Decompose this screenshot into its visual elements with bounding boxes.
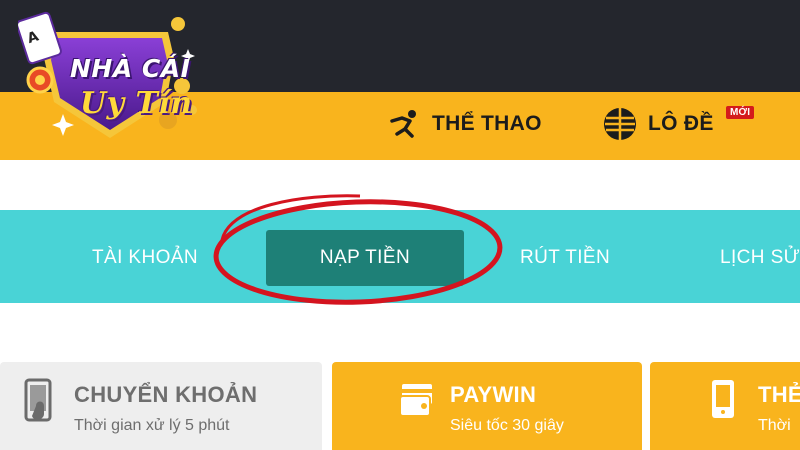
mobile-card-icon xyxy=(712,380,734,418)
method-card[interactable]: THẺ Thời xyxy=(650,362,800,450)
wallet-card-icon xyxy=(399,384,432,417)
phone-hand-icon xyxy=(24,378,52,422)
method-paywin-sub: Siêu tốc 30 giây xyxy=(450,417,564,434)
logo-text-line1: NHÀ CÁI xyxy=(70,54,191,83)
method-card-sub: Thời xyxy=(758,417,791,434)
method-card-title: THẺ xyxy=(758,382,800,407)
tab-account[interactable]: TÀI KHOẢN xyxy=(92,230,198,286)
method-transfer-sub: Thời gian xử lý 5 phút xyxy=(74,417,230,434)
method-paywin-title: PAYWIN xyxy=(450,382,537,407)
logo-text-line2: Uy Tín xyxy=(80,86,193,121)
method-transfer-title: CHUYỂN KHOẢN xyxy=(74,382,258,407)
nav-lode[interactable]: LÔ ĐỀ xyxy=(602,104,714,144)
tab-withdraw[interactable]: RÚT TIỀN xyxy=(520,230,610,286)
tab-history[interactable]: LỊCH SỬ xyxy=(720,230,800,286)
new-badge: MỚI xyxy=(726,106,755,119)
tab-deposit[interactable]: NẠP TIỀN xyxy=(266,230,464,286)
ball-icon xyxy=(604,108,636,140)
runner-icon xyxy=(390,110,416,138)
spacer-band xyxy=(0,160,800,210)
nav-sports-label: THỂ THAO xyxy=(432,112,542,135)
nav-lode-label: LÔ ĐỀ xyxy=(648,112,714,135)
method-transfer[interactable]: CHUYỂN KHOẢN Thời gian xử lý 5 phút xyxy=(0,362,322,450)
nav-sports[interactable]: THỂ THAO xyxy=(388,104,542,144)
method-paywin[interactable]: PAYWIN Siêu tốc 30 giây xyxy=(332,362,642,450)
site-logo[interactable]: A NHÀ CÁI Uy Tín xyxy=(16,10,198,148)
